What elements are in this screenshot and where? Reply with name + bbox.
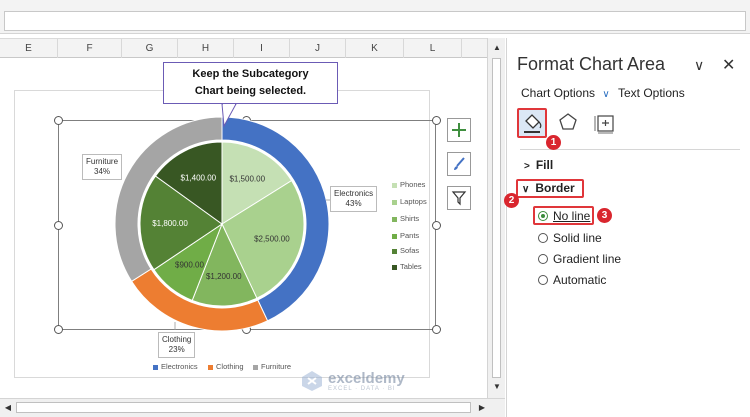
legend-phones[interactable]: Phones [392,180,425,189]
section-label: Fill [535,158,554,172]
callout-line-1: Keep the Subcategory [192,68,309,80]
legend-pants[interactable]: Pants [392,231,419,240]
exceldemy-logo-icon [302,371,322,391]
legend-electronics[interactable]: Electronics [153,362,198,371]
inner-value-label: $900.00 [175,261,204,270]
callout-line-2: Chart being selected. [194,85,307,97]
filter-icon [451,191,467,206]
data-label-furniture[interactable]: Furniture 34% [82,154,123,180]
legend-label: Phones [400,180,426,189]
fill-section-header[interactable]: > Fill [524,158,553,172]
inner-value-label: $1,500.00 [229,175,265,184]
size-properties-icon [594,115,614,134]
legend-tables[interactable]: Tables [392,262,422,271]
legend-label: Laptops [400,197,427,206]
fill-line-tab[interactable] [517,108,547,138]
label-pct: 43% [345,199,362,208]
tab-label: Chart Options [521,86,596,100]
legend-label: Furniture [261,362,292,371]
paint-bucket-icon [524,114,542,133]
inner-value-label: $1,800.00 [152,219,188,228]
instruction-callout: Keep the Subcategory Chart being selecte… [163,62,338,104]
legend-label: Electronics [161,362,198,371]
label-name: Electronics [334,189,374,198]
inner-value-label: $1,200.00 [206,272,242,281]
border-section-header[interactable]: ∨ Border [522,181,575,195]
automatic-label[interactable]: Automatic [553,273,606,287]
legend-label: Shirts [400,214,420,223]
chart-styles-button[interactable] [447,152,471,176]
tab-text-options[interactable]: Text Options [618,86,685,100]
step-badge-3: 3 [597,208,612,223]
label-name: Clothing [162,335,192,344]
legend-laptops[interactable]: Laptops [392,197,427,206]
step-badge-1: 1 [546,135,561,150]
legend-sofas[interactable]: Sofas [392,246,419,255]
pentagon-icon [559,113,577,130]
inner-value-label: $1,400.00 [181,174,217,183]
no-line-label[interactable]: No line [553,209,590,223]
legend-label: Tables [400,262,422,271]
brush-icon [454,157,465,170]
automatic-radio[interactable] [538,275,548,285]
pane-options-chevron-icon[interactable]: ∨ [694,57,704,74]
section-label: Border [535,181,575,195]
watermark-brand: exceldemy [328,369,405,387]
legend-shirts[interactable]: Shirts [392,214,419,223]
legend-label: Pants [400,231,420,240]
label-name: Furniture [86,157,119,166]
chevron-down-icon: ∨ [602,89,610,100]
no-line-radio[interactable] [538,211,548,221]
inner-value-label: $2,500.00 [254,235,290,244]
legend-label: Clothing [216,362,244,371]
legend-furniture[interactable]: Furniture [253,362,291,371]
gradient-line-label[interactable]: Gradient line [553,252,621,266]
step-badge-2: 2 [504,193,519,208]
close-icon[interactable]: ✕ [722,55,735,75]
chevron-down-icon: ∨ [522,184,530,195]
plus-icon [452,123,466,137]
label-pct: 23% [168,345,185,354]
watermark-tag: EXCEL · DATA · BI [328,385,396,392]
legend-label: Sofas [400,246,420,255]
solid-line-label[interactable]: Solid line [553,231,602,245]
effects-tab[interactable] [557,111,579,138]
solid-line-radio[interactable] [538,233,548,243]
size-properties-tab[interactable] [594,112,616,139]
tab-chart-options[interactable]: Chart Options ∨ [521,86,610,100]
label-pct: 34% [94,167,111,176]
watermark: exceldemy EXCEL · DATA · BI [300,369,405,393]
chevron-right-icon: > [524,161,530,172]
legend-clothing[interactable]: Clothing [208,362,244,371]
chart-filters-button[interactable] [447,186,471,210]
pane-title: Format Chart Area [517,54,666,74]
gradient-line-radio[interactable] [538,254,548,264]
data-label-electronics[interactable]: Electronics 43% [330,186,378,212]
data-label-clothing[interactable]: Clothing 23% [158,332,196,358]
chart-elements-button[interactable] [447,118,471,142]
